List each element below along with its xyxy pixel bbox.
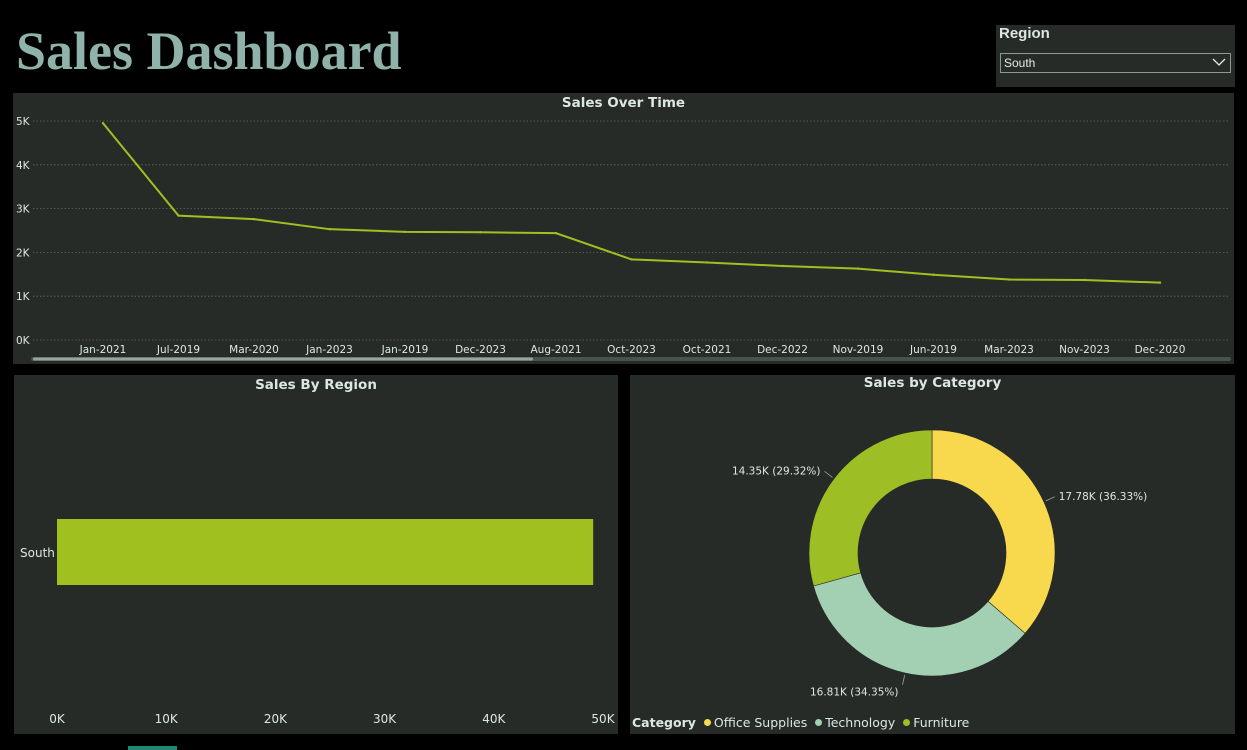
data-point xyxy=(403,230,407,234)
legend-item-furniture[interactable]: Furniture xyxy=(913,715,969,730)
legend-item-technology[interactable]: Technology xyxy=(825,715,895,730)
line-chart: 0K 1K 2K 3K 4K 5K Jan-2021 Jul-2019 Mar-2020 Jan-… xyxy=(16,116,1231,361)
page-title: Sales Dashboard xyxy=(16,21,402,81)
x-tick-label: Dec-2023 xyxy=(455,344,506,356)
data-point xyxy=(252,217,256,221)
legend-dot-office-supplies xyxy=(703,719,711,726)
data-point xyxy=(328,227,331,231)
x-tick-label: 30K xyxy=(373,712,397,726)
bar-chart: 0K 10K 20K 30K 40K 50K South xyxy=(20,519,616,726)
x-tick-label: Nov-2019 xyxy=(833,344,884,356)
y-category-label: South xyxy=(20,546,55,560)
leader-line xyxy=(902,674,906,685)
x-tick-label: Oct-2021 xyxy=(683,344,732,356)
legend-title: Category xyxy=(632,715,696,730)
x-tick-label: Nov-2023 xyxy=(1059,344,1110,356)
sales-over-time-visual[interactable]: Sales Over Time 0K 1K 2K 3K 4K 5K Jan-2021 Jul-… xyxy=(13,93,1234,364)
data-label: 16.81K (34.35%) xyxy=(810,687,899,699)
data-point xyxy=(554,231,558,235)
x-tick-label: Jan-2021 xyxy=(79,344,127,356)
x-tick-label: Aug-2021 xyxy=(530,344,581,356)
slicer-label: Region xyxy=(999,25,1050,42)
x-tick-label: Mar-2023 xyxy=(984,344,1034,356)
legend-dot-furniture xyxy=(903,719,911,726)
data-point xyxy=(101,121,105,125)
x-tick-label: 40K xyxy=(482,712,506,726)
y-tick-label: 5K xyxy=(16,116,31,128)
scrollbar-thumb xyxy=(33,357,533,361)
data-point xyxy=(1083,278,1086,282)
x-tick-label: Jan-2023 xyxy=(305,344,353,356)
x-tick-label: Dec-2022 xyxy=(757,344,808,356)
data-point xyxy=(856,267,860,270)
category-legend: Category Office Supplies Technology Furn… xyxy=(632,715,969,730)
x-tick-label: Jul-2019 xyxy=(156,344,200,356)
slice-furniture xyxy=(808,429,933,587)
data-point xyxy=(177,214,180,217)
x-tick-label: 50K xyxy=(591,712,615,726)
slice-technology xyxy=(813,572,1026,677)
sales-by-category-visual[interactable]: Sales by Category 17.78K (36.33%) 16.81K … xyxy=(630,375,1235,734)
chevron-down-icon xyxy=(1212,58,1226,66)
region-dropdown[interactable]: South xyxy=(1000,53,1231,73)
bar-south xyxy=(57,519,594,585)
x-tick-label: 0K xyxy=(49,712,66,726)
data-point xyxy=(630,258,633,261)
region-slicer: Region South xyxy=(996,25,1235,87)
legend-dot-technology xyxy=(815,719,823,726)
leader-line xyxy=(1045,496,1055,502)
y-tick-label: 1K xyxy=(16,291,31,303)
data-point xyxy=(781,264,784,268)
legend-item-office-supplies[interactable]: Office Supplies xyxy=(714,715,807,730)
x-tick-label: Dec-2020 xyxy=(1135,344,1186,356)
x-tick-label: Mar-2020 xyxy=(229,344,279,356)
slice-office-supplies xyxy=(931,429,1056,634)
data-point xyxy=(1007,278,1011,281)
y-tick-label: 0K xyxy=(16,335,31,347)
x-tick-label: Oct-2023 xyxy=(607,344,656,356)
data-label: 14.35K (29.32%) xyxy=(732,465,821,477)
data-label: 17.78K (36.33%) xyxy=(1059,491,1148,503)
region-dropdown-value: South xyxy=(1004,56,1036,70)
sales-by-region-visual[interactable]: Sales By Region 0K 10K 20K 30K 40K 50K South xyxy=(14,375,618,734)
data-point xyxy=(1158,281,1162,284)
x-tick-label: 20K xyxy=(264,712,288,726)
page-tab-indicator[interactable] xyxy=(128,746,177,750)
x-tick-label: 10K xyxy=(155,712,179,726)
data-point xyxy=(932,273,935,276)
y-tick-label: 4K xyxy=(16,160,31,172)
data-point xyxy=(705,261,709,264)
x-tick-label: Jan-2019 xyxy=(381,344,429,356)
y-tick-label: 3K xyxy=(16,204,31,216)
x-tick-label: Jun-2019 xyxy=(909,344,957,356)
leader-line xyxy=(824,471,833,478)
data-point xyxy=(479,231,482,234)
donut-chart: 17.78K (36.33%) 16.81K (34.35%) 14.35K (29… xyxy=(732,429,1148,699)
y-tick-label: 2K xyxy=(16,247,31,259)
